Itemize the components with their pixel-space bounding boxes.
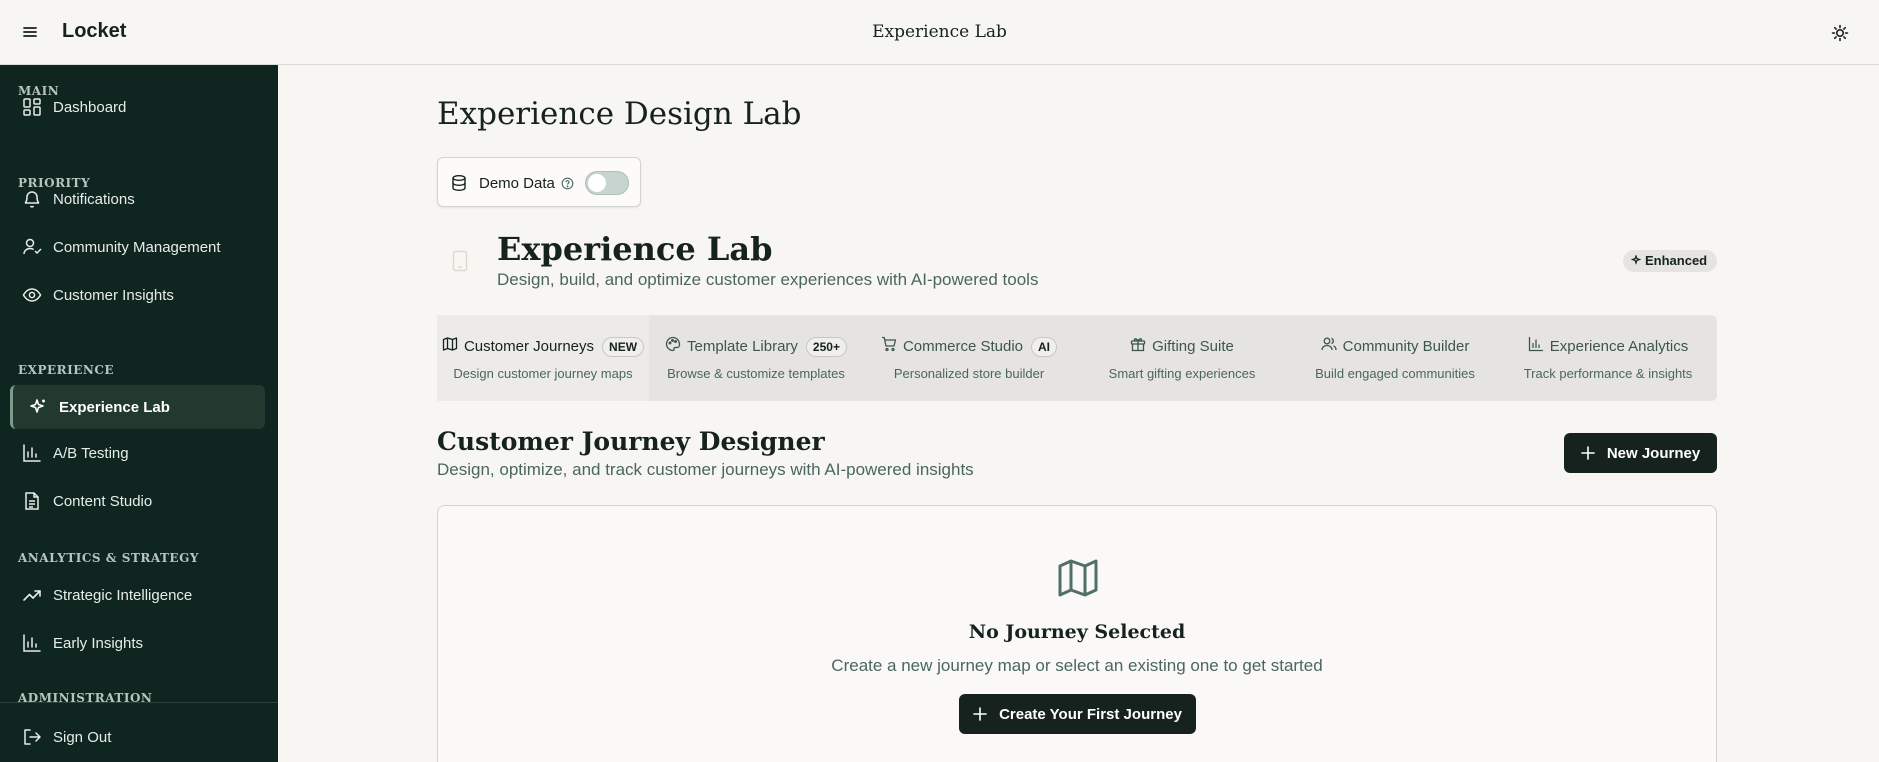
tab-description: Build engaged communities <box>1315 366 1475 381</box>
sidebar-divider <box>0 702 278 703</box>
sidebar-item-sign-out[interactable]: Sign Out <box>10 715 265 759</box>
demo-data-label: Demo Data <box>479 175 555 192</box>
toggle-knob <box>588 174 606 192</box>
tab-badge: AI <box>1031 336 1058 357</box>
tab-description: Browse & customize templates <box>667 366 845 381</box>
sun-icon[interactable] <box>1828 21 1852 45</box>
tab-description: Personalized store builder <box>893 366 1045 381</box>
plus-icon <box>1581 446 1595 460</box>
map-icon <box>442 336 458 357</box>
demo-data-card: Demo Data <box>437 157 641 207</box>
demo-data-toggle[interactable] <box>585 171 629 195</box>
new-journey-label: New Journey <box>1606 444 1701 462</box>
map-icon <box>1057 557 1099 604</box>
tab-commerce-studio[interactable]: Commerce Studio AI Personalized store bu… <box>863 315 1075 401</box>
gift-icon <box>1130 336 1146 357</box>
create-first-journey-label: Create Your First Journey <box>999 705 1182 723</box>
trending-up-icon <box>22 585 42 605</box>
sidebar-item-label: A/B Testing <box>53 444 129 462</box>
sidebar-item-notifications[interactable]: Notifications <box>10 177 265 221</box>
sidebar-item-customer-insights[interactable]: Customer Insights <box>10 273 265 317</box>
users-icon <box>1320 336 1337 357</box>
user-check-icon <box>22 237 42 257</box>
tab-experience-analytics[interactable]: Experience Analytics Track performance &… <box>1502 315 1714 401</box>
empty-state-title: No Journey Selected <box>968 621 1186 643</box>
sidebar-item-content-studio[interactable]: Content Studio <box>10 479 265 523</box>
tab-label: Customer Journeys <box>463 338 595 355</box>
plus-icon <box>973 707 987 721</box>
tab-label: Community Builder <box>1342 338 1470 355</box>
sidebar-item-label: Content Studio <box>53 492 153 510</box>
hero-title: Experience Lab <box>497 230 773 268</box>
sparkles-icon <box>28 397 48 417</box>
bar-chart-icon <box>22 443 42 463</box>
enhanced-badge-label: Enhanced <box>1645 253 1708 268</box>
sidebar-item-dashboard[interactable]: Dashboard <box>10 85 265 129</box>
eye-icon <box>22 285 42 305</box>
bell-icon <box>22 189 42 209</box>
dashboard-icon <box>22 97 42 117</box>
sidebar-item-label: Sign Out <box>53 728 112 746</box>
sidebar-item-label: Experience Lab <box>59 398 170 416</box>
sidebar-item-label: Strategic Intelligence <box>53 586 193 604</box>
bar-chart-icon <box>22 633 42 653</box>
tab-description: Smart gifting experiences <box>1108 366 1256 381</box>
sidebar-item-community-management[interactable]: Community Management <box>10 225 265 269</box>
tablet-icon <box>452 250 468 277</box>
sidebar-item-label: Customer Insights <box>53 286 174 304</box>
tab-community-builder[interactable]: Community Builder Build engaged communit… <box>1289 315 1501 401</box>
sidebar-item-experience-lab[interactable]: Experience Lab <box>10 385 265 429</box>
tab-badge: 250+ <box>805 336 847 357</box>
tab-customer-journeys[interactable]: Customer Journeys NEW Design customer jo… <box>437 315 649 401</box>
top-bar: Locket Experience Lab <box>0 0 1879 65</box>
empty-state-subtitle: Create a new journey map or select an ex… <box>831 656 1323 675</box>
tab-label: Experience Analytics <box>1549 338 1689 355</box>
sidebar-section-analytics: ANALYTICS & STRATEGY <box>18 551 199 565</box>
tab-label: Gifting Suite <box>1152 338 1234 355</box>
database-icon <box>450 174 468 197</box>
sidebar-item-ab-testing[interactable]: A/B Testing <box>10 431 265 475</box>
create-first-journey-button[interactable]: Create Your First Journey <box>959 694 1196 734</box>
tab-label: Commerce Studio <box>902 338 1024 355</box>
hero-subtitle: Design, build, and optimize customer exp… <box>497 270 1039 289</box>
empty-state-card: No Journey Selected Create a new journey… <box>437 505 1717 762</box>
tab-label: Template Library <box>687 338 798 355</box>
sidebar-item-early-insights[interactable]: Early Insights <box>10 621 265 665</box>
sidebar-item-label: Community Management <box>53 238 221 256</box>
bar-chart-icon <box>1528 336 1544 357</box>
tab-gifting-suite[interactable]: Gifting Suite Smart gifting experiences <box>1076 315 1288 401</box>
tab-description: Track performance & insights <box>1523 366 1693 381</box>
sidebar-section-experience: EXPERIENCE <box>18 363 115 377</box>
sidebar-item-strategic-intelligence[interactable]: Strategic Intelligence <box>10 573 265 617</box>
page-header-title: Experience Lab <box>872 22 1007 42</box>
help-icon[interactable] <box>561 177 574 195</box>
document-icon <box>22 491 42 511</box>
sidebar-item-label: Notifications <box>53 190 135 208</box>
enhanced-badge: Enhanced <box>1623 250 1718 272</box>
sidebar-item-label: Dashboard <box>53 98 127 116</box>
tab-description: Design customer journey maps <box>453 366 633 381</box>
sidebar: MAIN Dashboard PRIORITY Notifications Co… <box>0 65 278 762</box>
feature-tabs: Customer Journeys NEW Design customer jo… <box>437 315 1717 401</box>
sign-out-icon <box>22 727 42 747</box>
cart-icon <box>881 336 897 357</box>
sidebar-item-label: Early Insights <box>53 634 144 652</box>
new-journey-button[interactable]: New Journey <box>1564 433 1717 473</box>
palette-icon <box>665 336 681 357</box>
page-title: Experience Design Lab <box>437 96 802 132</box>
section-title: Customer Journey Designer <box>437 427 825 456</box>
tab-badge: NEW <box>602 336 645 357</box>
section-subtitle: Design, optimize, and track customer jou… <box>437 460 974 479</box>
tab-template-library[interactable]: Template Library 250+ Browse & customize… <box>650 315 862 401</box>
